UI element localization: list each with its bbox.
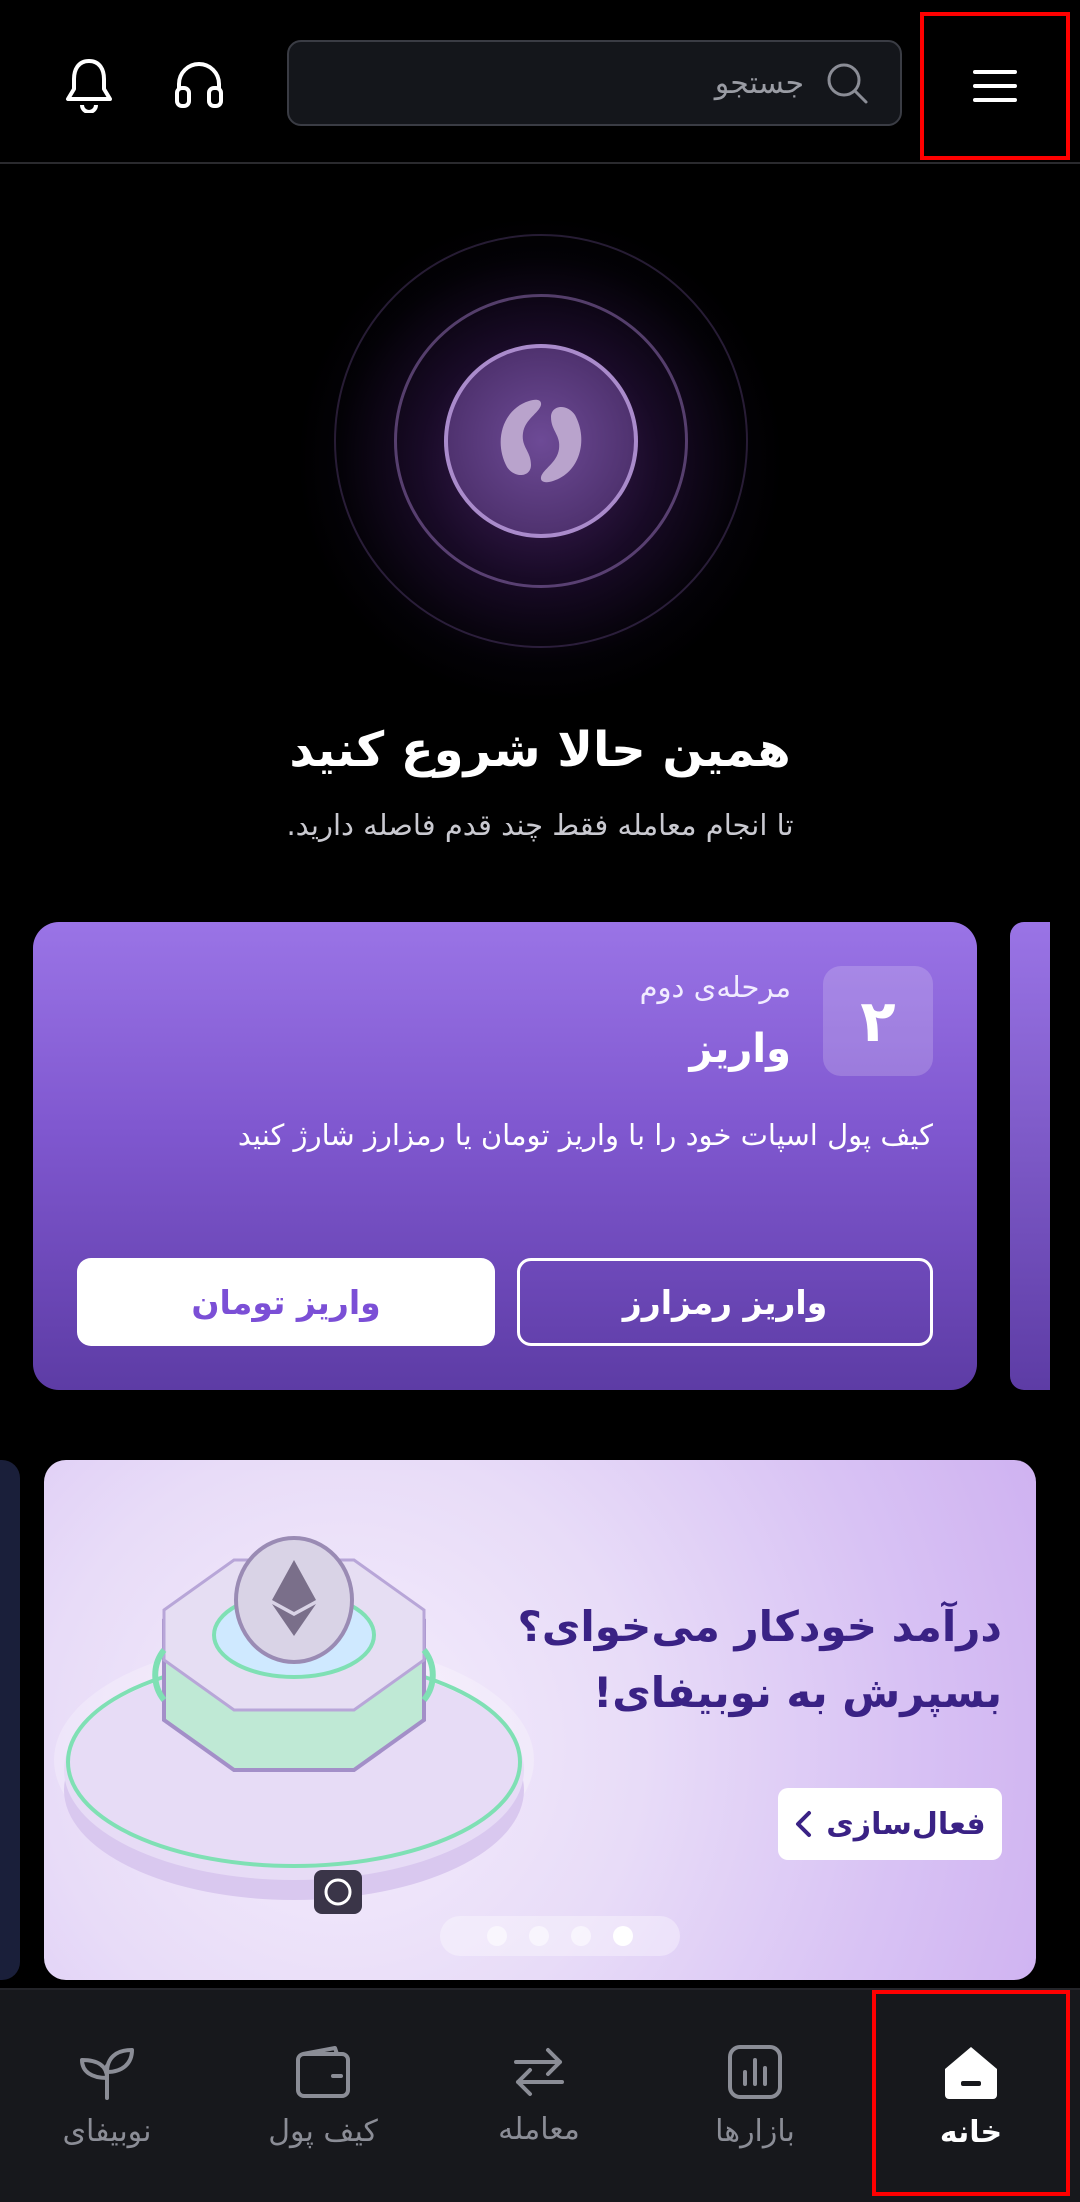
notifications-button[interactable] — [54, 46, 124, 122]
previous-banner-peek[interactable] — [0, 1460, 20, 1980]
top-header — [0, 0, 1080, 164]
hero-title: همین حالا شروع کنید — [289, 722, 791, 778]
nobifi-promo-banner[interactable]: درآمد خودکار می‌خوای؟ بسپرش به نوبیفای! … — [44, 1460, 1036, 1980]
staking-device-illustration — [54, 1536, 534, 1914]
support-button[interactable] — [164, 46, 234, 122]
nobitex-logo-icon — [500, 399, 582, 483]
chevron-left-icon — [796, 1811, 812, 1837]
bell-icon — [66, 59, 112, 113]
home-highlight-box — [872, 1990, 1070, 2196]
hero-section — [0, 200, 1080, 700]
activate-button-label: فعال‌سازی — [826, 1806, 986, 1842]
nav-label-trade: معامله — [498, 2111, 580, 2147]
activate-button[interactable]: فعال‌سازی — [778, 1788, 1002, 1860]
nav-item-markets[interactable]: بازارها — [650, 1990, 860, 2202]
search-input[interactable] — [382, 64, 806, 102]
chart-icon — [728, 2044, 782, 2099]
deposit-toman-button[interactable]: واریز تومان — [77, 1258, 495, 1346]
carousel-dot[interactable] — [571, 1926, 591, 1946]
menu-highlight-box — [920, 12, 1070, 160]
search-icon — [827, 63, 868, 104]
logo-circle — [444, 344, 638, 538]
step-label: مرحله‌ی دوم — [639, 970, 791, 1004]
nav-label-wallet: کیف پول — [268, 2113, 378, 2149]
headset-icon — [175, 62, 223, 108]
step-title: واریز — [689, 1026, 791, 1072]
banner-title-line1: درآمد خودکار می‌خوای؟ — [517, 1602, 1002, 1651]
nav-label-nobifi: نوبیفای — [62, 2113, 152, 2149]
next-step-card-peek[interactable] — [1010, 922, 1050, 1390]
nav-item-nobifi[interactable]: نوبیفای — [2, 1990, 212, 2202]
carousel-dot[interactable] — [529, 1926, 549, 1946]
search-bar[interactable] — [287, 40, 902, 126]
deposit-crypto-button[interactable]: واریز رمزارز — [517, 1258, 933, 1346]
nav-label-markets: بازارها — [715, 2113, 795, 2149]
hero-subtitle: تا انجام معامله فقط چند قدم فاصله دارید. — [286, 808, 794, 842]
step-number-badge: ۲ — [823, 966, 933, 1076]
banner-title-line2: بسپرش به نوبیفای! — [593, 1668, 1002, 1717]
carousel-dots — [440, 1916, 680, 1956]
nav-item-wallet[interactable]: کیف پول — [218, 1990, 428, 2202]
wallet-icon — [296, 2045, 350, 2098]
nav-item-trade[interactable]: معامله — [434, 1990, 644, 2202]
exchange-icon — [514, 2047, 564, 2096]
step-description: کیف پول اسپات خود را با واریز تومان یا ر… — [237, 1118, 933, 1152]
carousel-dot[interactable] — [487, 1926, 507, 1946]
carousel-dot-active[interactable] — [613, 1926, 633, 1946]
deposit-step-card: ۲ مرحله‌ی دوم واریز کیف پول اسپات خود را… — [33, 922, 977, 1390]
sprout-icon — [80, 2047, 134, 2100]
